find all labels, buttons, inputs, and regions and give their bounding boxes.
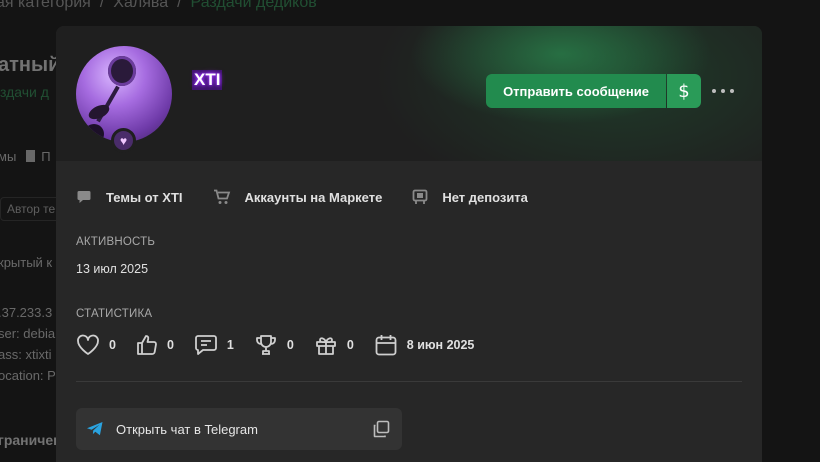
breadcrumb-item-active[interactable]: Раздачи дедиков <box>191 0 317 11</box>
stat-registered: 8 июн 2025 <box>374 334 475 356</box>
stat-trophies[interactable]: 0 <box>254 334 294 356</box>
breadcrumb: ая категория / Халява / Раздачи дедиков <box>0 0 317 12</box>
stats-heading: СТАТИСТИКА <box>76 308 153 320</box>
send-money-button[interactable]: $ <box>667 74 701 108</box>
post-line: ser: debia <box>0 326 56 341</box>
stat-gifts[interactable]: 0 <box>314 334 354 356</box>
stat-messages[interactable]: 1 <box>194 334 234 356</box>
bookmark-icon <box>26 150 36 162</box>
messages-count: 1 <box>226 338 234 352</box>
meta-text: П <box>41 149 51 164</box>
member-card: ♥ XTI Отправить сообщение $ Темы от XTI … <box>56 26 762 462</box>
breadcrumb-item[interactable]: Халява <box>113 0 168 11</box>
gift-icon <box>315 337 336 355</box>
telegram-icon <box>87 422 103 436</box>
heart-icon <box>77 334 99 355</box>
thumbs-up-icon <box>137 335 157 355</box>
username[interactable]: XTI <box>192 70 223 90</box>
reactions-count: 0 <box>166 338 174 352</box>
trophies-count: 0 <box>286 338 294 352</box>
stat-reactions[interactable]: 0 <box>136 334 174 356</box>
user-threads-label: Темы от XTI <box>106 189 183 205</box>
thread-title: атный <box>0 54 61 76</box>
user-badge[interactable]: ♥ <box>111 128 136 153</box>
deposit-link[interactable]: Нет депозита <box>412 189 528 205</box>
heart-badge-icon: ♥ <box>119 133 128 148</box>
thread-meta: мы П <box>0 149 51 164</box>
last-activity-date: 13 июл 2025 <box>76 262 149 276</box>
registered-date: 8 июн 2025 <box>406 338 475 352</box>
user-threads-link[interactable]: Темы от XTI <box>76 189 183 205</box>
profile-links: Темы от XTI Аккаунты на Маркете Нет депо… <box>76 189 558 205</box>
message-icon <box>195 335 217 355</box>
dot-icon <box>712 89 716 93</box>
send-message-button[interactable]: Отправить сообщение <box>486 74 666 108</box>
meta-text: мы <box>0 149 17 164</box>
member-card-header: ♥ XTI Отправить сообщение $ <box>56 26 762 161</box>
stat-likes[interactable]: 0 <box>76 334 116 356</box>
more-options-button[interactable] <box>712 82 734 100</box>
activity-heading: АКТИВНОСТЬ <box>76 236 156 248</box>
trophy-icon <box>255 335 276 355</box>
chat-bubble-icon <box>77 191 91 203</box>
deposit-icon <box>412 189 428 204</box>
avatar-shadow-shape <box>84 124 104 142</box>
avatar-rose-shape <box>108 56 136 86</box>
post-line: ass: xtixti <box>0 347 52 362</box>
dot-icon <box>730 89 734 93</box>
gifts-count: 0 <box>346 338 354 352</box>
post-line: .37.233.3 <box>0 305 53 320</box>
author-tag[interactable]: Автор те <box>0 197 60 221</box>
market-accounts-label: Аккаунты на Маркете <box>244 189 383 205</box>
deposit-label: Нет депозита <box>442 189 528 205</box>
post-line: крытый к <box>0 255 53 270</box>
divider <box>76 381 742 382</box>
open-telegram-chat-button[interactable]: Открыть чат в Telegram <box>76 408 402 450</box>
open-telegram-chat-label: Открыть чат в Telegram <box>116 421 258 437</box>
cart-icon <box>213 189 230 204</box>
thread-subtitle[interactable]: здачи д <box>0 84 49 100</box>
breadcrumb-item[interactable]: ая категория <box>0 0 91 11</box>
post-line: ocation: P <box>0 368 56 383</box>
market-accounts-link[interactable]: Аккаунты на Маркете <box>213 189 383 205</box>
likes-count: 0 <box>109 338 116 352</box>
stats-row: 0 0 1 0 0 8 июн 2025 <box>76 334 494 356</box>
post-heading: граничен <box>0 432 62 448</box>
calendar-icon <box>375 335 397 356</box>
dot-icon <box>721 89 725 93</box>
copy-icon[interactable] <box>372 420 390 438</box>
